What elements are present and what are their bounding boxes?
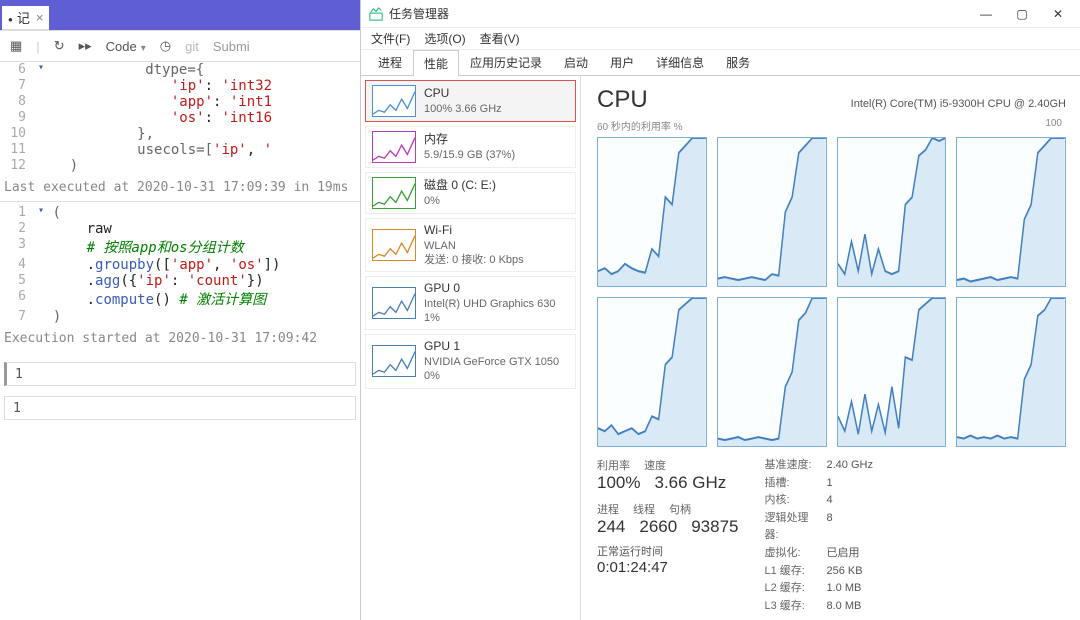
cpu-spec-table: 基准速度:2.40 GHz插槽:1内核:4逻辑处理器:8虚拟化:已启用L1 缓存… [764,457,872,615]
spec-row: L2 缓存:1.0 MB [764,580,872,598]
menu-file[interactable]: 文件(F) [371,30,410,47]
sidebar-item-text: 内存5.9/15.9 GB (37%) [424,132,515,162]
cpu-panel: CPU Intel(R) Core(TM) i5-9300H CPU @ 2.4… [581,76,1080,620]
save-icon[interactable]: ▦ [10,38,22,54]
sidebar-item-cpu[interactable]: CPU100% 3.66 GHz [365,80,576,122]
cpu-core-chart-7 [956,297,1066,447]
git-label: git [185,39,199,54]
sidebar-item-text: GPU 1NVIDIA GeForce GTX 10500% [424,339,559,383]
editor-toolbar: ▦ | ↻ ▸▸ Code ◷ git Submi [0,30,360,62]
spec-row: 逻辑处理器:8 [764,510,872,545]
mini-graph-icon [372,85,416,117]
mini-graph-icon [372,229,416,261]
sidebar-item-text: Wi-FiWLAN发送: 0 接收: 0 Kbps [424,223,524,267]
perf-sidebar: CPU100% 3.66 GHz 内存5.9/15.9 GB (37%) 磁盘 0 … [361,76,581,620]
sidebar-item-内存[interactable]: 内存5.9/15.9 GB (37%) [365,126,576,168]
tab-performance[interactable]: 性能 [413,50,459,76]
sidebar-item-gpu 0[interactable]: GPU 0Intel(R) UHD Graphics 6301% [365,276,576,330]
cpu-core-chart-5 [717,297,827,447]
tab-details[interactable]: 详细信息 [645,49,715,75]
cpu-core-chart-4 [597,297,707,447]
sidebar-item-text: CPU100% 3.66 GHz [424,86,502,116]
cpu-heading: CPU [597,86,648,114]
cpu-core-chart-0 [597,137,707,287]
minimize-button[interactable]: — [968,2,1004,26]
sidebar-item-gpu 1[interactable]: GPU 1NVIDIA GeForce GTX 10500% [365,334,576,388]
uptime-label: 正常运行时间 [597,546,663,558]
code-cell-2[interactable]: 1▾ ( 2 raw 3 # 按照app和os分组计数 4 .groupby([… [0,205,360,325]
tab-processes[interactable]: 进程 [367,49,413,75]
axis-right-label: 100 [1045,118,1062,133]
cell-type-select[interactable]: Code [106,39,146,54]
run-fast-icon[interactable]: ▸▸ [79,38,92,54]
maximize-button[interactable]: ▢ [1004,2,1040,26]
cpu-core-chart-3 [956,137,1066,287]
mini-graph-icon [372,287,416,319]
tab-bar: 进程 性能 应用历史记录 启动 用户 详细信息 服务 [361,50,1080,76]
restart-icon[interactable]: ↻ [54,38,65,54]
cpu-model: Intel(R) Core(TM) i5-9300H CPU @ 2.40GH [851,98,1066,110]
stat-block-util-speed: 利用率速度 100%3.66 GHz 进程线程句柄 244266093875 正… [597,457,738,615]
exec-status-1: Last executed at 2020-10-31 17:09:39 in … [0,174,360,201]
app-icon [369,7,383,21]
clock-icon[interactable]: ◷ [160,38,171,54]
task-manager-window: 任务管理器 — ▢ ✕ 文件(F) 选项(O) 查看(V) 进程 性能 应用历史… [360,0,1080,620]
output-cell: 1 [4,396,356,420]
mini-graph-icon [372,177,416,209]
submit-button[interactable]: Submi [213,39,250,54]
editor-tab[interactable]: 记× [2,6,49,30]
spec-row: 虚拟化:已启用 [764,545,872,563]
spec-row: 插槽:1 [764,475,872,493]
titlebar[interactable]: 任务管理器 — ▢ ✕ [361,0,1080,28]
tab-startup[interactable]: 启动 [553,49,599,75]
spec-row: L1 缓存:256 KB [764,563,872,581]
code-cell-1[interactable]: 6▾ dtype={ 7 'ip': 'int32 8 'app': 'int1… [0,62,360,174]
cpu-core-chart-2 [837,137,947,287]
menu-options[interactable]: 选项(O) [424,30,465,47]
mini-graph-icon [372,345,416,377]
cpu-core-charts [597,137,1066,447]
sidebar-item-text: GPU 0Intel(R) UHD Graphics 6301% [424,281,555,325]
menubar: 文件(F) 选项(O) 查看(V) [361,28,1080,50]
tab-app-history[interactable]: 应用历史记录 [459,49,553,75]
close-icon[interactable]: × [36,10,44,25]
cpu-core-chart-6 [837,297,947,447]
spec-row: 基准速度:2.40 GHz [764,457,872,475]
spec-row: L3 缓存:8.0 MB [764,598,872,616]
sidebar-item-text: 磁盘 0 (C: E:)0% [424,178,496,208]
mini-graph-icon [372,131,416,163]
output-cell: 1 [4,362,356,386]
close-button[interactable]: ✕ [1040,2,1076,26]
editor-tab-strip: 记× [0,0,360,30]
jupyter-editor: 记× ▦ | ↻ ▸▸ Code ◷ git Submi 6▾ dtype={ … [0,0,360,620]
sidebar-item-磁盘 0 (c: e:)[interactable]: 磁盘 0 (C: E:)0% [365,172,576,214]
tab-services[interactable]: 服务 [715,49,761,75]
menu-view[interactable]: 查看(V) [480,30,520,47]
window-title: 任务管理器 [389,5,449,22]
cpu-core-chart-1 [717,137,827,287]
spec-row: 内核:4 [764,492,872,510]
tab-users[interactable]: 用户 [599,49,645,75]
sidebar-item-wi-fi[interactable]: Wi-FiWLAN发送: 0 接收: 0 Kbps [365,218,576,272]
exec-status-2: Execution started at 2020-10-31 17:09:42 [0,325,360,352]
axis-left-label: 60 秒内的利用率 % [597,118,683,133]
uptime-value: 0:01:24:47 [597,559,738,576]
